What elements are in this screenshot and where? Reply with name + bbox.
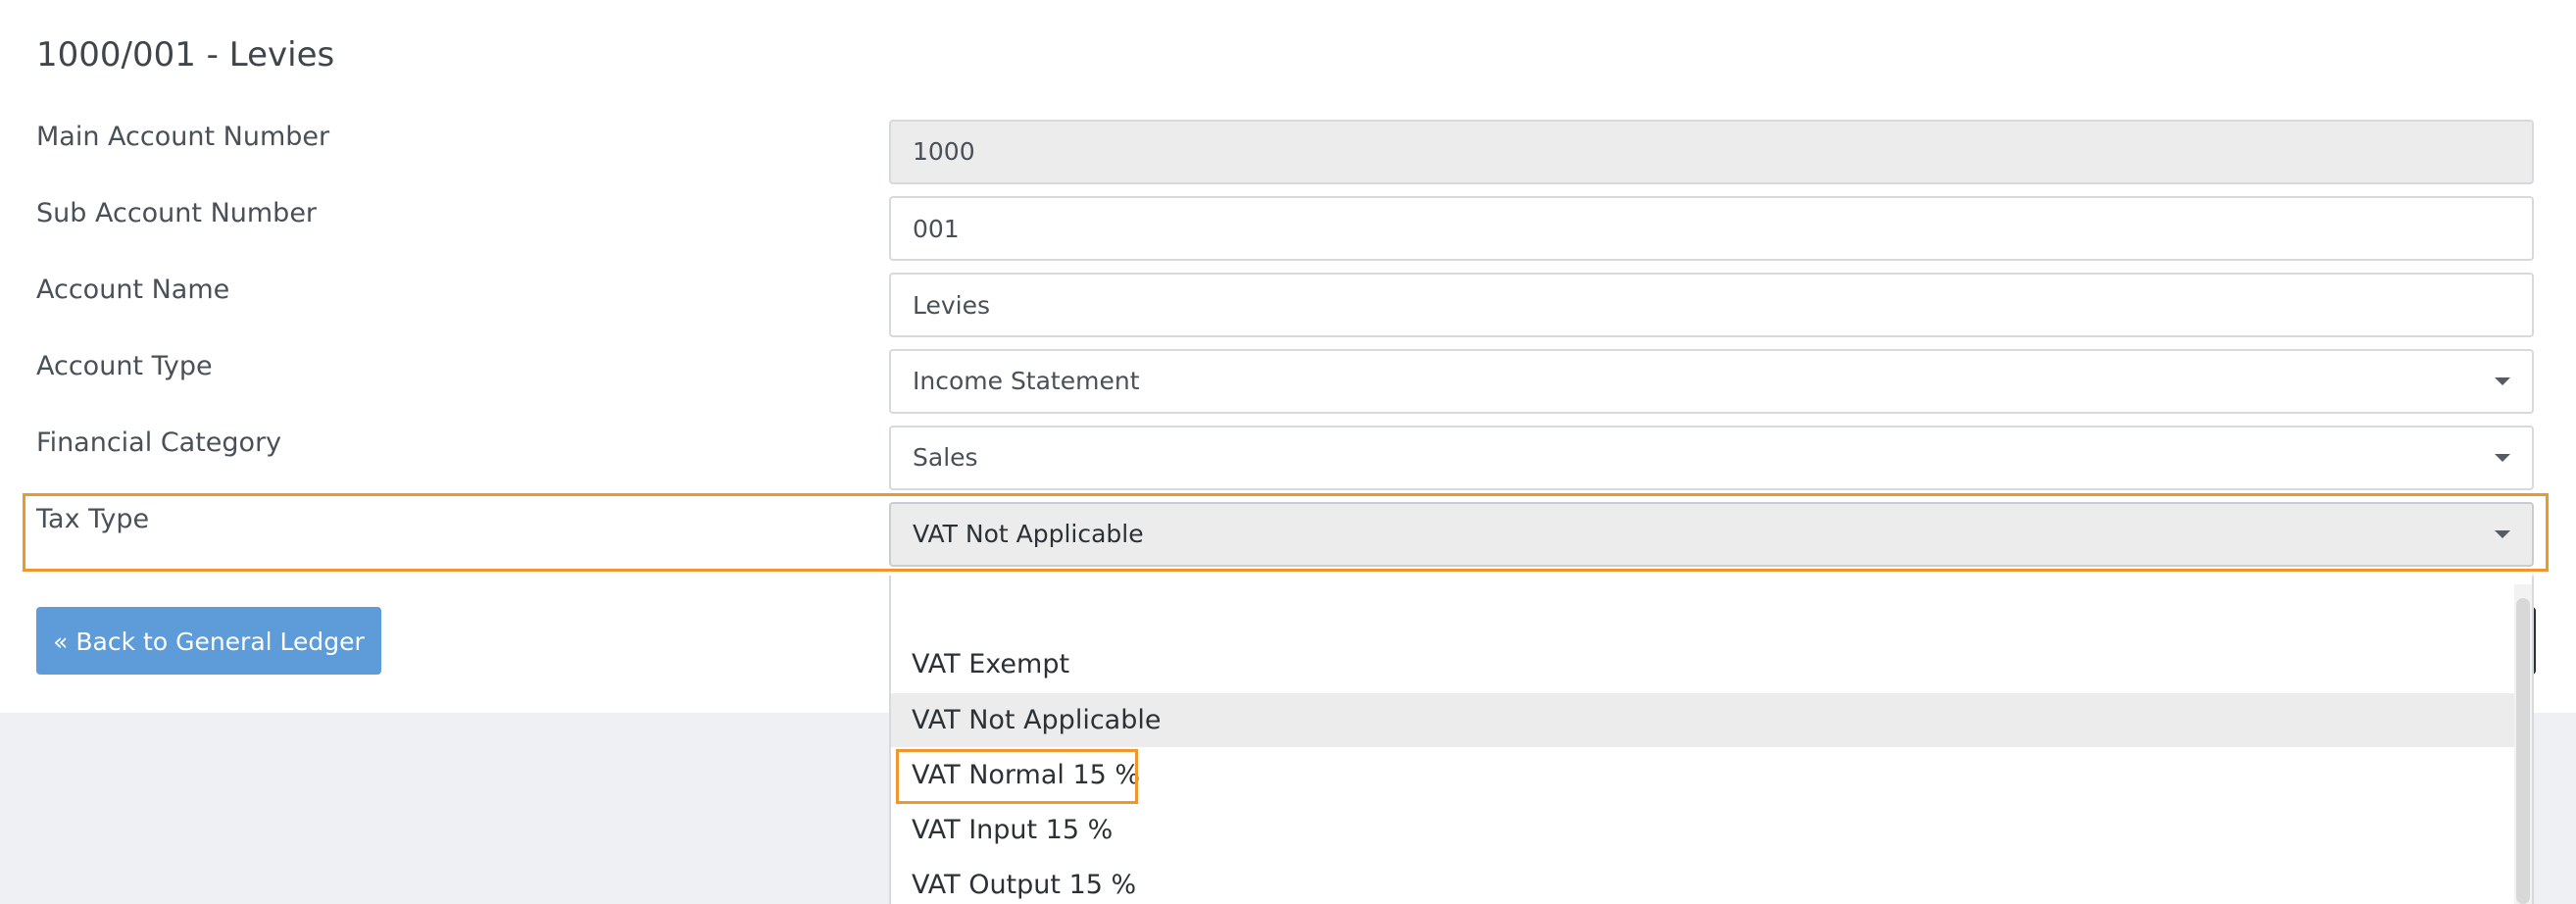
- account-type-label: Account Type: [36, 351, 213, 381]
- financial-category-select[interactable]: Sales: [889, 426, 2534, 490]
- page-title: 1000/001 - Levies: [36, 35, 335, 75]
- dropdown-scroll-thumb[interactable]: [2516, 598, 2530, 904]
- tax-type-value: VAT Not Applicable: [913, 520, 1144, 548]
- dropdown-option-vat-normal-15[interactable]: VAT Normal 15 %: [891, 748, 2518, 802]
- sub-account-number-label: Sub Account Number: [36, 198, 318, 228]
- tax-type-label: Tax Type: [36, 504, 150, 534]
- dropdown-option-vat-input-15[interactable]: VAT Input 15 %: [891, 803, 2518, 857]
- main-account-number-field: 1000: [889, 120, 2534, 184]
- dropdown-option-vat-output-15[interactable]: VAT Output 15 %: [891, 858, 2518, 904]
- financial-category-label: Financial Category: [36, 427, 282, 458]
- account-name-input[interactable]: [889, 273, 2534, 337]
- chevron-down-icon: [2495, 454, 2510, 462]
- back-to-general-ledger-button[interactable]: « Back to General Ledger: [36, 607, 381, 675]
- tax-type-dropdown: VAT Exempt VAT Not Applicable VAT Normal…: [889, 576, 2534, 904]
- account-type-value: Income Statement: [913, 367, 1140, 395]
- chevron-down-icon: [2495, 530, 2510, 538]
- main-account-number-label: Main Account Number: [36, 122, 330, 152]
- dropdown-option-vat-not-applicable[interactable]: VAT Not Applicable: [891, 693, 2518, 747]
- financial-category-value: Sales: [913, 443, 978, 472]
- sub-account-number-input[interactable]: [889, 196, 2534, 261]
- account-name-label: Account Name: [36, 275, 230, 305]
- account-type-select[interactable]: Income Statement: [889, 349, 2534, 414]
- tax-type-select[interactable]: VAT Not Applicable: [889, 502, 2534, 567]
- chevron-down-icon: [2495, 377, 2510, 385]
- dropdown-option-vat-exempt[interactable]: VAT Exempt: [891, 637, 2518, 691]
- dropdown-search-input[interactable]: [891, 576, 2502, 636]
- main-account-number-value: 1000: [913, 137, 975, 166]
